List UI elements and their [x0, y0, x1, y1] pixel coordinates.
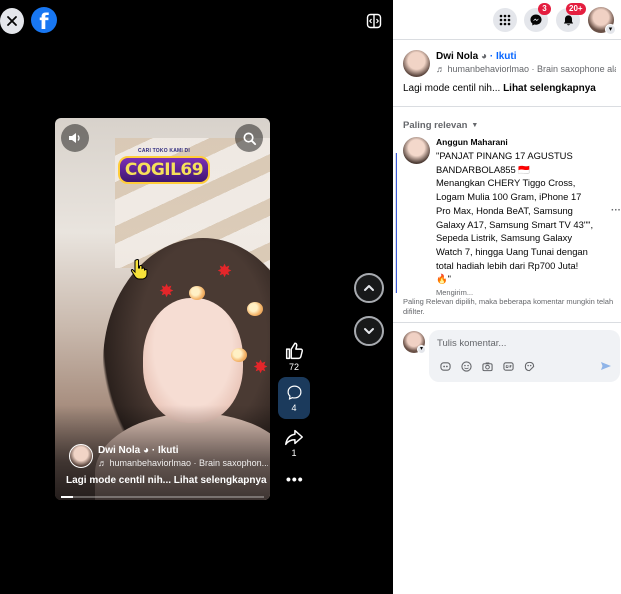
star-sticker-icon: ✸	[217, 261, 233, 281]
comment-count: 4	[291, 402, 297, 413]
chevron-up-icon	[364, 285, 374, 291]
messenger-icon	[530, 14, 542, 26]
sticker-button[interactable]	[523, 360, 535, 372]
verified-icon: ◕	[481, 51, 490, 62]
messenger-button[interactable]: 3	[524, 3, 551, 32]
video-progress-fill	[61, 496, 74, 498]
video-player[interactable]: CARI TOKO KAMI DI COGIL69 ✸ ✸ ✸ Dwi Nola	[55, 118, 270, 500]
emoji-icon	[460, 360, 472, 372]
divider	[393, 322, 621, 323]
comment-text: "PANJAT PINANG 17 AGUSTUS BANDARBOLA855 …	[436, 150, 594, 285]
post-audio-link[interactable]: ♬ humanbehaviorlmao · Brain saxophone al…	[436, 63, 616, 76]
avatar[interactable]	[403, 50, 430, 77]
video-follow-button[interactable]: · Ikuti	[152, 445, 179, 456]
emoji-button[interactable]	[460, 360, 472, 372]
post-caption-text: Lagi mode centil nih...	[403, 83, 501, 94]
thread-line-highlight	[396, 153, 397, 293]
facebook-logo-letter: f	[39, 9, 49, 34]
puff-sticker-icon	[189, 286, 205, 300]
comment-composer	[429, 330, 620, 382]
share-count: 1	[291, 448, 297, 458]
hand-cursor-icon	[130, 259, 148, 280]
video-audio-link[interactable]: ♬ humanbehaviorlmao · Brain saxophon...	[98, 457, 268, 470]
like-icon	[285, 342, 304, 360]
search-button[interactable]	[235, 124, 263, 152]
star-sticker-icon: ✸	[159, 281, 175, 301]
video-caption-text: Lagi mode centil nih...	[66, 475, 172, 486]
top-bar: 3 20+ ▾	[393, 0, 621, 40]
gif-button[interactable]	[502, 360, 514, 372]
grid-menu-icon	[499, 14, 511, 26]
more-options-button[interactable]: •••	[286, 471, 304, 487]
promo-top-text: CARI TOKO KAMI DI	[138, 148, 190, 154]
star-sticker-icon: ✸	[253, 357, 269, 377]
toggle-panel-icon[interactable]	[366, 13, 382, 29]
puff-sticker-icon	[247, 302, 263, 316]
video-viewer: f CARI TOKO KAMI DI COGIL69 ✸ ✸ ✸ Dwi No…	[0, 0, 393, 594]
comment-author[interactable]: Anggun Maharani	[436, 137, 608, 147]
puff-sticker-icon	[231, 348, 247, 362]
composer-tools	[439, 360, 535, 372]
camera-icon	[481, 361, 493, 371]
mute-button[interactable]	[61, 124, 89, 152]
comment-icon	[287, 385, 301, 400]
comment-item: Anggun Maharani "PANJAT PINANG 17 AGUSTU…	[403, 137, 608, 297]
facebook-logo[interactable]: f	[31, 7, 57, 34]
promo-main-text: COGIL69	[118, 156, 210, 184]
sticker-icon	[524, 361, 534, 371]
avatar-sticker-button[interactable]	[439, 360, 451, 372]
video-see-more-link[interactable]: Lihat selengkapnya	[174, 475, 267, 486]
post-panel: 3 20+ ▾ Dwi Nola ◕ · Ikuti ♬ humanbehavi…	[393, 0, 621, 594]
post-author-name[interactable]: Dwi Nola	[436, 51, 478, 62]
next-video-button[interactable]	[354, 316, 384, 346]
gif-icon	[502, 361, 514, 371]
chevron-down-icon[interactable]: ▾	[417, 345, 426, 354]
sort-label: Paling relevan	[403, 120, 468, 131]
notifications-badge: 20+	[566, 3, 586, 15]
close-button[interactable]	[0, 8, 24, 34]
share-icon	[285, 429, 303, 446]
verified-icon: ◕	[143, 445, 152, 456]
share-action[interactable]: 1	[280, 426, 308, 458]
video-caption: Lagi mode centil nih... Lihat selengkapn…	[66, 475, 267, 486]
comment-input[interactable]	[437, 336, 607, 350]
divider	[393, 106, 621, 107]
photo-button[interactable]	[481, 360, 493, 372]
comment-status: Mengirim...	[436, 288, 474, 298]
see-more-link[interactable]: Lihat selengkapnya	[503, 83, 596, 94]
comment-options-button[interactable]: ···	[611, 205, 621, 216]
bell-icon	[563, 14, 573, 25]
account-menu-chevron-icon[interactable]: ▾	[605, 24, 616, 35]
avatar[interactable]	[403, 137, 430, 164]
comment-sort-dropdown[interactable]: Paling relevan ▼	[403, 120, 478, 131]
previous-video-button[interactable]	[354, 273, 384, 303]
filter-notice: Paling Relevan dipilih, maka beberapa ko…	[403, 297, 614, 316]
notifications-button[interactable]: 20+	[556, 3, 586, 32]
post-caption: Lagi mode centil nih... Lihat selengkapn…	[403, 83, 596, 94]
video-progress-bar[interactable]	[61, 496, 264, 498]
menu-button[interactable]	[493, 8, 517, 32]
post-header: Dwi Nola ◕ · Ikuti ♬ humanbehaviorlmao ·…	[403, 50, 616, 77]
like-count: 72	[288, 362, 299, 372]
chevron-down-icon: ▼	[471, 122, 479, 129]
send-icon[interactable]	[600, 360, 612, 372]
video-author-info: Dwi Nola ◕ · Ikuti ♬ humanbehaviorlmao ·…	[69, 444, 268, 470]
messenger-badge: 3	[538, 3, 551, 15]
video-author-name[interactable]: Dwi Nola	[98, 445, 140, 456]
chevron-down-icon	[364, 328, 374, 334]
close-icon	[7, 16, 17, 26]
promo-overlay: CARI TOKO KAMI DI COGIL69	[118, 148, 210, 194]
avatar[interactable]	[69, 444, 93, 468]
like-action[interactable]: 72	[280, 340, 308, 372]
avatar-sticker-icon	[439, 361, 451, 371]
comment-action[interactable]: 4	[278, 377, 310, 419]
follow-button[interactable]: · Ikuti	[490, 51, 517, 62]
speaker-icon	[69, 133, 80, 143]
search-icon	[243, 132, 256, 145]
